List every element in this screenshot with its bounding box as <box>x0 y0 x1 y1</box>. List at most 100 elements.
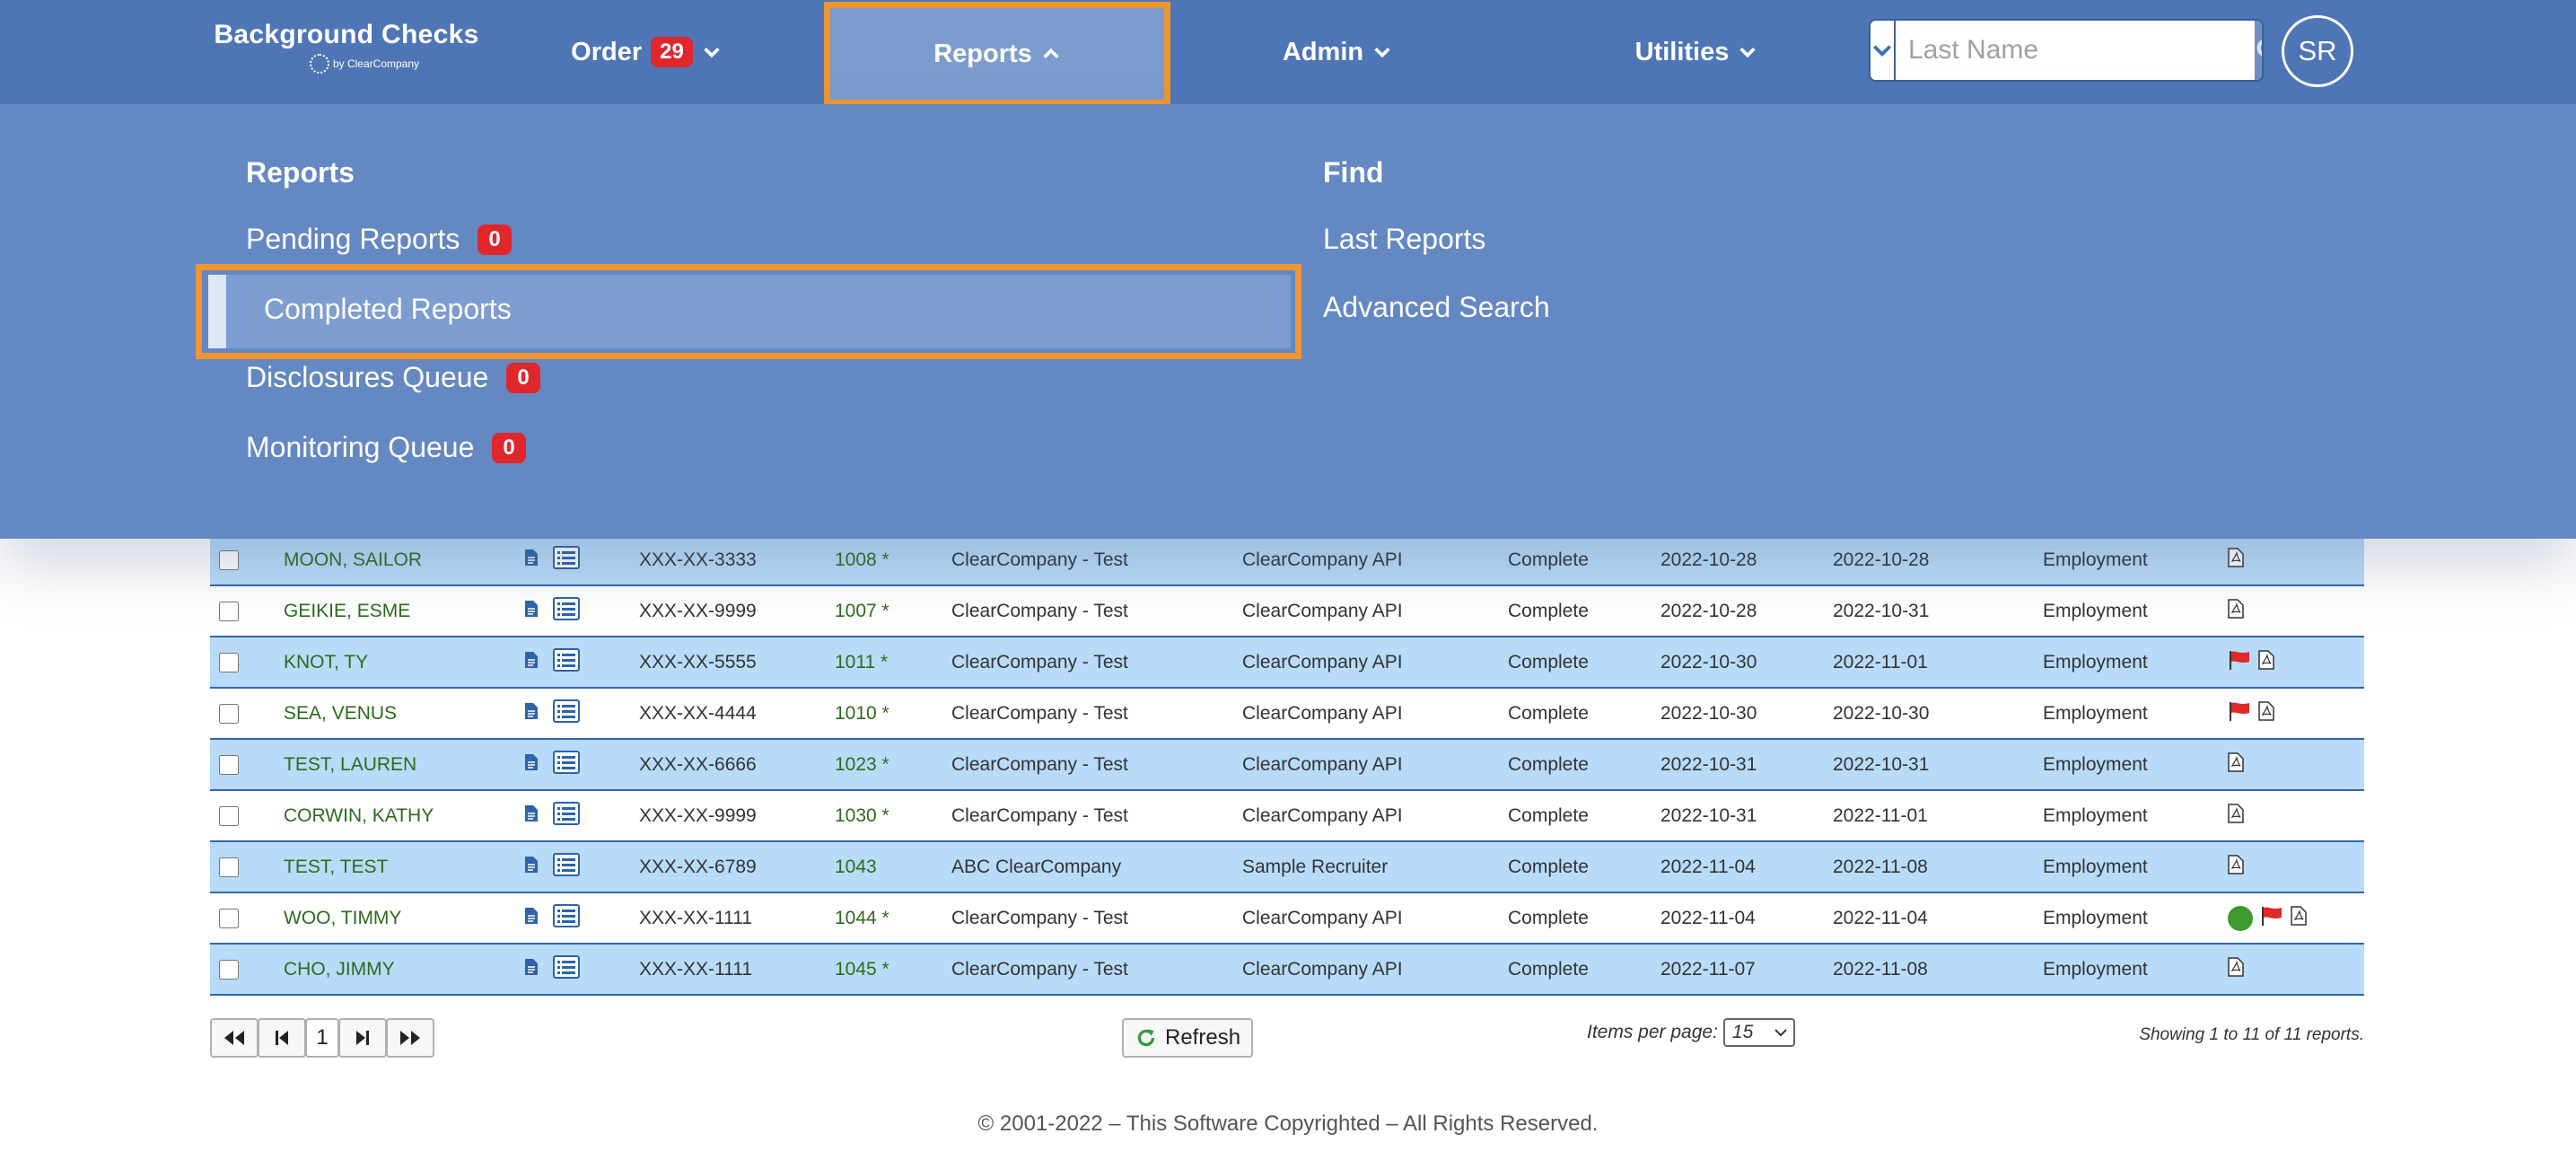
pdf-icon[interactable] <box>2228 854 2244 880</box>
ssn-cell: XXX-XX-9999 <box>639 804 757 826</box>
row-checkbox[interactable] <box>219 703 239 724</box>
report-id-cell: 1045 * <box>835 958 889 980</box>
nav-utilities-label: Utilities <box>1634 37 1730 66</box>
pdf-icon[interactable] <box>2228 751 2244 778</box>
pdf-icon[interactable] <box>2258 649 2274 675</box>
row-indicators <box>2228 689 2274 738</box>
applicant-name-link[interactable]: MOON, SAILOR <box>284 535 422 584</box>
list-details-icon[interactable] <box>553 647 580 677</box>
nav-reports-menu[interactable]: Reports <box>824 2 1170 106</box>
menu-item-completed-reports-text[interactable]: Completed Reports <box>264 293 512 326</box>
list-details-icon[interactable] <box>553 750 580 779</box>
pdf-icon[interactable] <box>2228 547 2244 573</box>
pdf-icon[interactable] <box>2228 598 2244 624</box>
last-page-button[interactable] <box>386 1018 434 1058</box>
document-icon[interactable] <box>524 702 539 725</box>
search-button[interactable] <box>2255 21 2262 80</box>
document-icon[interactable] <box>524 958 539 981</box>
document-icon[interactable] <box>524 804 539 828</box>
list-details-icon[interactable] <box>553 903 580 933</box>
pdf-icon[interactable] <box>2228 956 2244 982</box>
document-icon[interactable] <box>524 600 539 623</box>
refresh-button[interactable]: Refresh <box>1122 1018 1254 1058</box>
ordered-date-cell: 2022-10-30 <box>1660 702 1757 724</box>
list-details-icon[interactable] <box>553 954 580 984</box>
row-indicators <box>2228 586 2244 636</box>
row-indicators <box>2228 535 2244 584</box>
applicant-name-link[interactable]: CORWIN, KATHY <box>284 791 434 840</box>
requester-cell: ClearCompany API <box>1242 651 1403 672</box>
row-indicators <box>2228 637 2274 687</box>
completed-date-cell: 2022-11-08 <box>1833 856 1928 877</box>
list-details-icon[interactable] <box>553 596 580 626</box>
search-type-dropdown[interactable] <box>1871 21 1896 80</box>
list-details-icon[interactable] <box>553 852 580 882</box>
document-icon[interactable] <box>524 549 539 572</box>
status-cell: Complete <box>1508 958 1589 980</box>
search-bar <box>1869 19 2264 82</box>
applicant-name-link[interactable]: KNOT, TY <box>284 637 368 687</box>
row-checkbox[interactable] <box>219 754 239 775</box>
ssn-cell: XXX-XX-1111 <box>639 907 753 928</box>
requester-cell: ClearCompany API <box>1242 907 1403 928</box>
document-icon[interactable] <box>524 753 539 777</box>
nav-order-menu[interactable]: Order 29 <box>539 0 754 104</box>
document-icon[interactable] <box>524 651 539 674</box>
row-indicators <box>2228 842 2244 892</box>
menu-item-pending-reports[interactable]: Pending Reports 0 <box>246 223 512 256</box>
chevron-down-icon <box>1872 45 1892 57</box>
document-icon[interactable] <box>524 907 539 930</box>
list-details-icon[interactable] <box>553 545 580 575</box>
chevron-down-icon <box>704 48 720 58</box>
applicant-name-link[interactable]: TEST, LAUREN <box>284 740 416 789</box>
search-input[interactable] <box>1896 21 2255 80</box>
row-indicators <box>2228 945 2244 994</box>
row-checkbox[interactable] <box>219 805 239 826</box>
menu-item-disclosures-queue[interactable]: Disclosures Queue 0 <box>246 361 540 394</box>
row-checkbox[interactable] <box>219 652 239 672</box>
brand-logo[interactable]: Background Checks by ClearCompany <box>212 20 481 74</box>
applicant-name-link[interactable]: GEIKIE, ESME <box>284 586 410 636</box>
row-select-cell <box>219 637 239 687</box>
applicant-name-link[interactable]: WOO, TIMMY <box>284 893 401 943</box>
page-number-button[interactable]: 1 <box>305 1018 339 1058</box>
row-checkbox[interactable] <box>219 908 239 928</box>
list-details-icon[interactable] <box>553 801 580 830</box>
applicant-name-link[interactable]: CHO, JIMMY <box>284 945 395 994</box>
row-actions <box>524 637 580 687</box>
user-avatar[interactable]: SR <box>2282 15 2353 87</box>
row-actions <box>524 689 580 738</box>
next-icon <box>356 1031 369 1045</box>
row-checkbox[interactable] <box>219 857 239 877</box>
pdf-icon[interactable] <box>2291 905 2307 931</box>
document-icon[interactable] <box>524 856 539 879</box>
menu-item-last-reports[interactable]: Last Reports <box>1323 223 1485 256</box>
pdf-icon[interactable] <box>2258 700 2274 726</box>
menu-item-monitoring-queue[interactable]: Monitoring Queue 0 <box>246 431 526 464</box>
chevron-down-icon <box>1374 48 1390 58</box>
pdf-icon[interactable] <box>2228 803 2244 829</box>
row-checkbox[interactable] <box>219 959 239 980</box>
completed-date-cell: 2022-10-31 <box>1833 600 1930 621</box>
list-details-icon[interactable] <box>553 699 580 728</box>
ssn-cell: XXX-XX-6789 <box>639 856 757 877</box>
applicant-name-link[interactable]: SEA, VENUS <box>284 689 397 738</box>
nav-admin-menu[interactable]: Admin <box>1239 0 1436 104</box>
requester-cell: ClearCompany API <box>1242 958 1403 980</box>
row-select-cell <box>219 893 239 943</box>
first-page-button[interactable] <box>210 1018 258 1058</box>
applicant-name-link[interactable]: TEST, TEST <box>284 842 388 892</box>
row-checkbox[interactable] <box>219 549 239 570</box>
row-checkbox[interactable] <box>219 601 239 621</box>
red-flag-icon <box>2260 905 2283 932</box>
items-per-page-select[interactable]: 15 <box>1722 1018 1795 1047</box>
report-type-cell: Employment <box>2043 804 2148 826</box>
next-page-button[interactable] <box>338 1018 387 1058</box>
row-actions <box>524 740 580 789</box>
menu-item-advanced-search[interactable]: Advanced Search <box>1323 291 1550 324</box>
items-per-page-value: 15 <box>1731 1022 1754 1042</box>
ssn-cell: XXX-XX-1111 <box>639 958 753 980</box>
nav-utilities-menu[interactable]: Utilities <box>1589 0 1804 104</box>
report-id-cell: 1023 * <box>835 753 889 775</box>
previous-page-button[interactable] <box>258 1018 306 1058</box>
